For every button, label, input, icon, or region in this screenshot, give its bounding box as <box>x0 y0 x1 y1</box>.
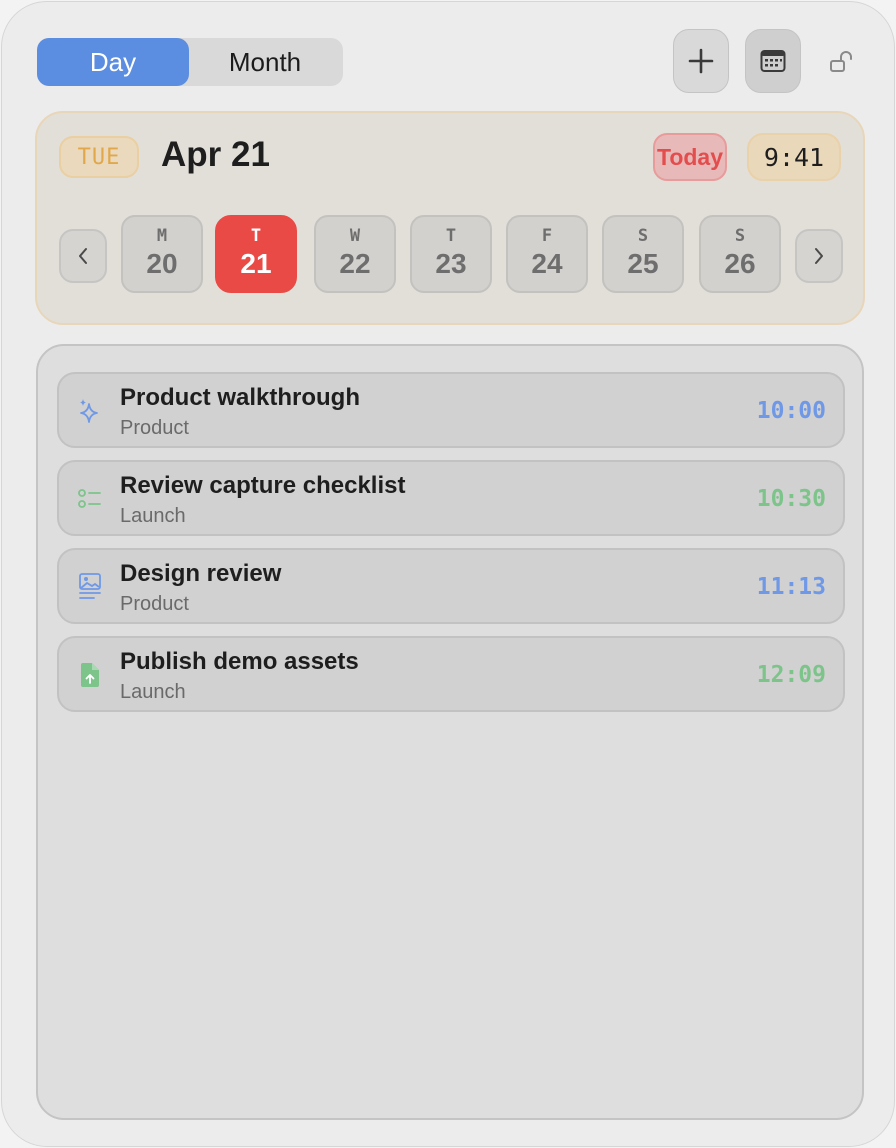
day-number: 22 <box>339 248 371 279</box>
calendar-button[interactable] <box>745 29 801 93</box>
tab-month[interactable]: Month <box>189 38 341 86</box>
event-category: Product <box>120 593 189 615</box>
event-category: Product <box>120 417 189 439</box>
day-cell[interactable]: T 23 <box>410 215 492 293</box>
event-title: Review capture checklist <box>120 472 406 499</box>
day-letter: F <box>541 226 553 246</box>
event-item[interactable]: Publish demo assets Launch 12:09 <box>57 636 845 712</box>
next-week-button[interactable] <box>795 229 843 283</box>
checklist-icon <box>77 486 103 512</box>
event-time: 10:30 <box>756 486 826 512</box>
widget-window: Day Month TUE Apr 21 Today 9:41 M 20 T 2… <box>1 1 895 1147</box>
chevron-left-icon <box>79 248 87 264</box>
day-letter: T <box>445 226 457 246</box>
day-cell-selected[interactable]: T 21 <box>215 215 297 293</box>
tab-day[interactable]: Day <box>37 38 189 86</box>
file-upload-icon <box>77 662 103 688</box>
events-panel: Product walkthrough Product 10:00 Review… <box>36 344 864 1120</box>
day-cell[interactable]: S 25 <box>602 215 684 293</box>
date-title: Apr 21 <box>161 135 270 174</box>
event-time: 12:09 <box>756 662 826 688</box>
event-item[interactable]: Product walkthrough Product 10:00 <box>57 372 845 448</box>
view-switch: Day Month <box>37 38 343 86</box>
event-time: 10:00 <box>756 398 826 424</box>
add-button[interactable] <box>673 29 729 93</box>
plus-icon <box>688 48 714 74</box>
event-item[interactable]: Design review Product 11:13 <box>57 548 845 624</box>
day-letter: S <box>734 226 746 246</box>
event-time: 11:13 <box>756 574 826 600</box>
day-number: 24 <box>531 248 563 279</box>
today-button[interactable]: Today <box>653 133 727 181</box>
unlock-icon <box>830 51 852 72</box>
calendar-icon <box>760 50 786 72</box>
day-letter: M <box>156 226 168 246</box>
prev-week-button[interactable] <box>59 229 107 283</box>
day-letter: T <box>250 226 262 246</box>
date-header-card: TUE Apr 21 Today 9:41 M 20 T 21 W 22 T 2… <box>35 111 865 325</box>
day-number: 21 <box>240 248 272 279</box>
lock-button[interactable] <box>822 42 862 82</box>
event-item[interactable]: Review capture checklist Launch 10:30 <box>57 460 845 536</box>
day-number: 20 <box>146 248 178 279</box>
day-cell[interactable]: F 24 <box>506 215 588 293</box>
day-number: 26 <box>724 248 756 279</box>
day-letter: S <box>637 226 649 246</box>
sparkles-icon <box>77 398 103 424</box>
day-cell[interactable]: M 20 <box>121 215 203 293</box>
day-letter: W <box>349 226 361 246</box>
image-doc-icon <box>77 573 103 600</box>
day-number: 25 <box>627 248 659 279</box>
event-category: Launch <box>120 681 186 703</box>
chevron-right-icon <box>815 248 823 264</box>
current-time: 9:41 <box>747 133 841 181</box>
day-cell[interactable]: S 26 <box>699 215 781 293</box>
day-cell[interactable]: W 22 <box>314 215 396 293</box>
event-title: Design review <box>120 560 282 587</box>
event-title: Publish demo assets <box>120 648 359 675</box>
weekday-badge: TUE <box>59 136 139 178</box>
event-title: Product walkthrough <box>120 384 360 411</box>
day-number: 23 <box>435 248 467 279</box>
event-category: Launch <box>120 505 186 527</box>
